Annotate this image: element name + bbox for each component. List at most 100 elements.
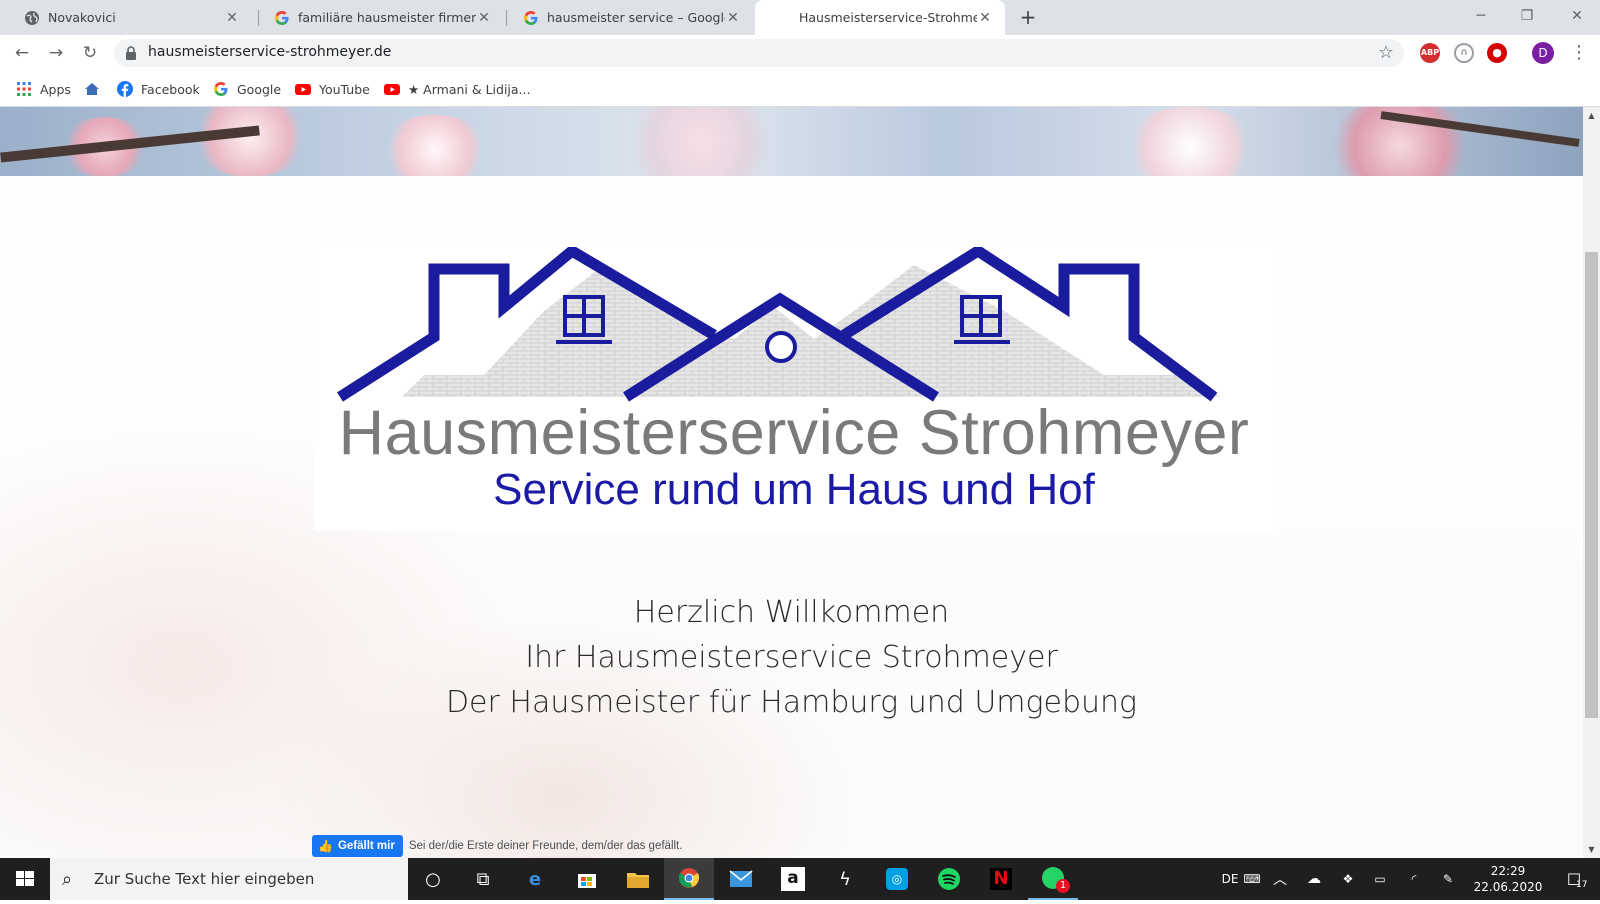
back-button[interactable]: ← <box>10 41 34 65</box>
whatsapp-badge: 1 <box>1056 879 1070 893</box>
house-roofs-logo-graphic <box>337 247 1220 402</box>
clock-date: 22.06.2020 <box>1473 880 1543 894</box>
home-icon <box>84 81 100 97</box>
taskbar-search-box[interactable]: ⌕ Zur Suche Text hier eingeben <box>50 858 408 900</box>
close-icon[interactable]: ✕ <box>224 10 240 26</box>
menu-kebab-icon[interactable]: ⋮ <box>1570 41 1588 65</box>
youtube-icon <box>295 81 311 97</box>
welcome-heading: Herzlich Willkommen <box>633 595 950 630</box>
bookmark-youtube[interactable]: YouTube <box>295 79 370 99</box>
taskbar-clock[interactable]: 22:29 22.06.2020 <box>1470 863 1546 895</box>
notifications-icon[interactable]: ☐ 17 <box>1552 858 1596 900</box>
bookmark-home[interactable] <box>84 79 108 99</box>
edge-icon[interactable]: e <box>510 858 560 900</box>
browser-toolbar: ← → ↻ hausmeisterservice-strohmeyer.de ☆… <box>0 35 1600 71</box>
bookmark-google[interactable]: Google <box>213 79 281 99</box>
pen-icon[interactable]: ✎ <box>1436 858 1460 900</box>
blossom-decoration <box>620 107 780 176</box>
search-placeholder: Zur Suche Text hier eingeben <box>94 870 315 888</box>
battery-icon[interactable]: ▭ <box>1368 858 1392 900</box>
close-window-button[interactable]: ✕ <box>1554 0 1600 32</box>
lightning-app-icon[interactable]: ϟ <box>820 858 870 900</box>
lock-icon <box>124 45 138 61</box>
file-explorer-icon[interactable] <box>613 858 663 900</box>
windows-start-button[interactable] <box>0 858 50 900</box>
mail-icon[interactable] <box>716 858 766 900</box>
amazon-icon[interactable]: a <box>768 858 818 900</box>
tab-novakovici[interactable]: Novakovici ✕ <box>4 0 252 35</box>
profile-avatar[interactable]: D <box>1532 42 1554 64</box>
facebook-like-button[interactable]: 👍 Gefällt mir <box>312 835 403 857</box>
onedrive-cloud-icon[interactable]: ☁ <box>1302 858 1326 900</box>
page-scrollbar[interactable]: ▲ ▼ <box>1583 107 1600 858</box>
tab-google-search-2[interactable]: hausmeister service – Google-Suche ✕ <box>503 0 753 35</box>
url-text: hausmeisterservice-strohmeyer.de <box>148 44 392 60</box>
bookmarks-bar: Apps Facebook Google YouTube ★ Armani & … <box>0 71 1600 107</box>
blossom-decoration <box>380 115 490 176</box>
blossom-decoration <box>190 107 310 176</box>
restore-button[interactable]: ❐ <box>1504 0 1550 32</box>
chrome-icon[interactable] <box>664 858 714 900</box>
wifi-icon[interactable]: ◜ <box>1402 858 1426 900</box>
google-icon <box>274 10 290 26</box>
forward-button[interactable]: → <box>44 41 68 65</box>
dropbox-icon[interactable]: ❖ <box>1336 858 1360 900</box>
notification-count: 17 <box>1576 880 1588 890</box>
apps-grid-icon <box>16 81 32 97</box>
search-icon: ⌕ <box>62 868 73 890</box>
store-icon[interactable] <box>562 858 612 900</box>
clock-time: 22:29 <box>1490 864 1526 878</box>
chevron-up-icon[interactable]: ︿ <box>1268 858 1292 900</box>
tab-google-search-1[interactable]: familiäre hausmeister firmen – Google-Su… <box>254 0 504 35</box>
like-label: Gefällt mir <box>337 840 395 852</box>
bookmark-label: Facebook <box>141 81 200 97</box>
globe-icon <box>24 10 40 26</box>
address-bar[interactable]: hausmeisterservice-strohmeyer.de ☆ <box>114 39 1404 67</box>
bookmark-star-icon[interactable]: ☆ <box>1378 42 1394 63</box>
scroll-up-arrow-icon[interactable]: ▲ <box>1583 107 1600 124</box>
instagram-icon[interactable]: ◎ <box>872 858 922 900</box>
shield-extension-icon[interactable]: ● <box>1487 43 1507 63</box>
facebook-like-widget: 👍 Gefällt mir Sei der/die Erste deiner F… <box>312 835 682 857</box>
close-icon[interactable]: ✕ <box>977 10 993 26</box>
windows-logo-icon <box>16 871 34 886</box>
google-icon <box>213 81 229 97</box>
new-tab-button[interactable]: + <box>1016 5 1040 29</box>
netflix-icon[interactable]: N <box>976 858 1026 900</box>
scrollbar-thumb[interactable] <box>1585 252 1598 718</box>
minimize-button[interactable]: ─ <box>1458 0 1504 32</box>
welcome-subheading: Ihr Hausmeisterservice Strohmeyer <box>525 640 1058 675</box>
language-indicator[interactable]: DE <box>1218 858 1242 900</box>
company-logo: Hausmeisterservice Strohmeyer Service ru… <box>314 247 1274 531</box>
thumbs-up-icon: 👍 <box>318 839 333 853</box>
bookmark-facebook[interactable]: Facebook <box>117 79 200 99</box>
adblock-plus-icon[interactable]: ABP <box>1420 43 1440 63</box>
tab-strohmeyer-active[interactable]: Hausmeisterservice-Strohmeyer ✕ <box>755 0 1005 35</box>
close-icon[interactable]: ✕ <box>476 10 492 26</box>
facebook-icon <box>117 81 133 97</box>
like-social-text: Sei der/die Erste deiner Freunde, dem/de… <box>408 840 683 852</box>
reload-button[interactable]: ↻ <box>78 41 102 65</box>
brand-name: Hausmeisterservice Strohmeyer <box>338 398 1250 468</box>
bookmark-apps[interactable]: Apps <box>16 79 71 99</box>
blossom-decoration <box>1120 107 1260 176</box>
cherry-blossom-banner <box>0 107 1583 176</box>
keyboard-icon[interactable]: ⌨ <box>1242 858 1262 900</box>
task-view-icon[interactable]: ⧉ <box>458 858 508 900</box>
bookmark-label: Google <box>237 81 282 97</box>
scroll-down-arrow-icon[interactable]: ▼ <box>1583 841 1600 858</box>
windows-taskbar: ⌕ Zur Suche Text hier eingeben ○ ⧉ e a ϟ… <box>0 858 1600 900</box>
bookmark-label: YouTube <box>319 81 370 97</box>
headphones-icon[interactable]: ∩ <box>1454 43 1474 63</box>
google-icon <box>523 10 539 26</box>
tab-title: familiäre hausmeister firmen – Google-Su… <box>298 10 476 25</box>
cortana-icon[interactable]: ○ <box>408 858 458 900</box>
welcome-region-line: Der Hausmeister für Hamburg und Umgebung <box>445 685 1138 720</box>
bookmark-armani-lidija[interactable]: ★ Armani & Lidija... <box>384 79 530 99</box>
close-icon[interactable]: ✕ <box>725 10 741 26</box>
tab-title: hausmeister service – Google-Suche <box>547 10 725 25</box>
spotify-icon[interactable] <box>924 858 974 900</box>
tab-strip: Novakovici ✕ familiäre hausmeister firme… <box>0 0 1600 35</box>
bookmark-label: Apps <box>40 81 71 97</box>
whatsapp-icon[interactable]: 1 <box>1028 858 1078 900</box>
